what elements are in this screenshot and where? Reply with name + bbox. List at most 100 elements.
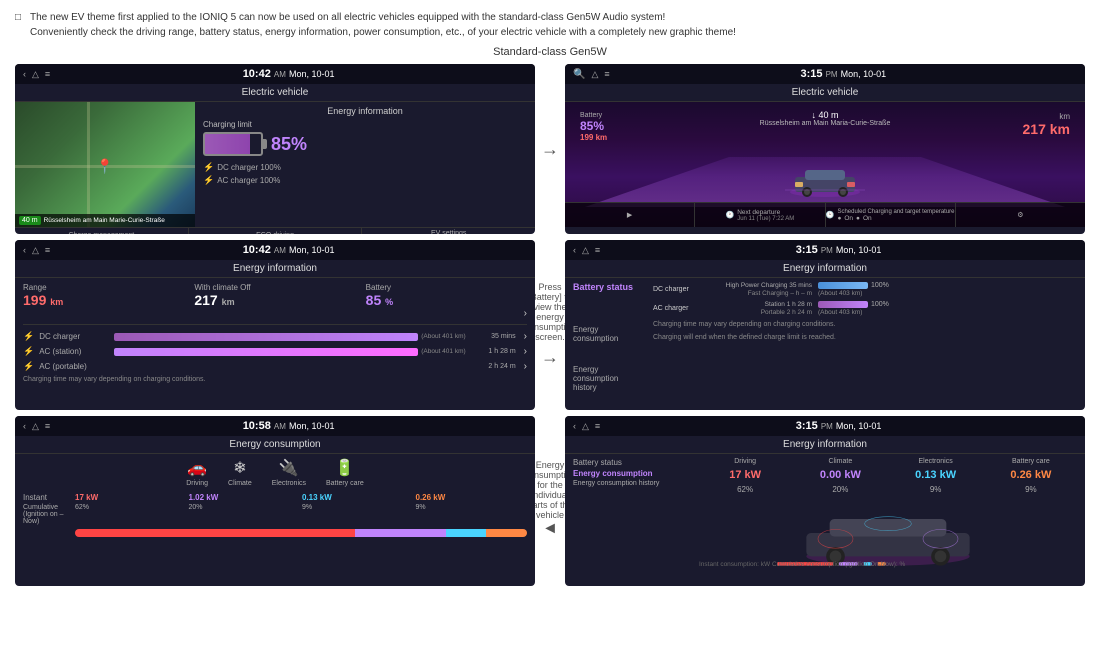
cum-bar-electronics (446, 529, 487, 537)
screen-3[interactable]: ‹ △ ≡ 10:42 AM Mon, 10-01 Energy informa… (15, 240, 535, 410)
s2-search-icon[interactable]: 🔍 (573, 69, 585, 80)
screen-5[interactable]: ‹ △ ≡ 10:58 AM Mon, 10-01 Energy consump… (15, 416, 535, 586)
screen4-header: ‹ △ ≡ 3:15 PM Mon, 10-01 (565, 240, 1085, 260)
dc-lightning-icon: ⚡ (23, 331, 34, 342)
play-icon[interactable]: ▶ (627, 211, 632, 219)
screen6-header: ‹ △ ≡ 3:15 PM Mon, 10-01 (565, 416, 1085, 436)
s4-back-icon[interactable]: ‹ (573, 245, 576, 255)
screen1-time: 10:42 AM Mon, 10-01 (243, 68, 335, 80)
cum-climate-pct: 20% (189, 504, 301, 525)
s3-home-icon[interactable]: △ (32, 245, 39, 256)
car-svg (785, 162, 865, 197)
home-icon[interactable]: △ (32, 69, 39, 80)
screen-1[interactable]: ‹ △ ≡ 10:42 AM Mon, 10-01 Electric vehic… (15, 64, 535, 234)
car-diagram: Instant consumption: kW Cumulative consu… (699, 498, 1077, 568)
s3-back-icon[interactable]: ‹ (23, 245, 26, 255)
s5-menu-icon[interactable]: ≡ (45, 421, 50, 431)
car-3d-container (785, 162, 865, 197)
s6-e-pct: 9% (890, 485, 982, 494)
menu-icon[interactable]: ≡ (45, 69, 50, 79)
s6-d-pct: 62% (699, 485, 791, 494)
s6-home-icon[interactable]: △ (582, 421, 589, 432)
next-dep-text: Next departure Jun 11 (Tue) 7:22 AM (737, 209, 794, 222)
screen4-nav-left: ‹ △ ≡ (573, 245, 600, 256)
climate-item: With climate Off 217 km (194, 283, 355, 319)
ac-station-bar-container (114, 348, 418, 356)
s6-pct-values: 62% 20% 9% 9% (699, 485, 1077, 494)
screen-6[interactable]: ‹ △ ≡ 3:15 PM Mon, 10-01 Energy informat… (565, 416, 1085, 586)
screen2-nav-left: 🔍 △ ≡ (573, 69, 610, 80)
ac-port-row: Portable 2 h 24 m (About 403 km) (712, 309, 1077, 316)
back-icon[interactable]: ‹ (23, 69, 26, 79)
s2-next-dep-item[interactable]: 🕐 Next departure Jun 11 (Tue) 7:22 AM (695, 203, 825, 227)
screen-2[interactable]: 🔍 △ ≡ 3:15 PM Mon, 10-01 Electric vehicl… (565, 64, 1085, 234)
s6-menu-icon[interactable]: ≡ (595, 421, 600, 431)
dc-charger-line: ⚡ DC charger 100% (203, 162, 527, 173)
ac-station-row: ⚡ AC (station) (About 401 km) 1 h 28 m › (23, 346, 527, 357)
s4-spacer1 (573, 300, 648, 321)
screen6-left-labels: Battery status Energy consumption Energy… (573, 458, 693, 575)
s4-menu-icon[interactable]: ≡ (595, 245, 600, 255)
dc-chevron-icon[interactable]: › (524, 331, 527, 342)
s2-gear-icon[interactable]: ⚙ (1017, 211, 1023, 219)
instant-electronics: 0.13 kW (302, 493, 414, 502)
ac-bar-group: Station 1 h 28 m 100% Portable 2 h 24 m (712, 301, 1077, 316)
s2-gear-item[interactable]: ⚙ (956, 203, 1085, 227)
ac-portable-row: ⚡ AC (portable) 2 h 24 m › (23, 361, 527, 372)
s6-col-headers: Driving Climate Electronics Battery care (699, 458, 1077, 465)
clock-icon: 🕐 (726, 211, 735, 219)
screen5-header: ‹ △ ≡ 10:58 AM Mon, 10-01 (15, 416, 535, 436)
on-dots: ●On ●On (837, 215, 871, 222)
s6-battery-care-header: Battery care (985, 458, 1077, 465)
screen3-header: ‹ △ ≡ 10:42 AM Mon, 10-01 (15, 240, 535, 260)
s6-driving-header: Driving (699, 458, 791, 465)
ac-station-bar (114, 348, 418, 356)
battery-care-label: Battery care (326, 480, 364, 487)
driving-label: Driving (186, 480, 208, 487)
instant-battery: 0.26 kW (416, 493, 528, 502)
screen6-time: 3:15 PM Mon, 10-01 (796, 420, 882, 432)
info-row-top: Range 199 km With climate Off 217 km (23, 283, 527, 325)
s2-menu-icon[interactable]: ≡ (604, 69, 609, 79)
dc-bar-group: High Power Charging 35 mins 100% Fast Ch… (712, 282, 1077, 297)
ac-station-chevron-icon[interactable]: › (524, 346, 527, 357)
charge-mgmt-section[interactable]: Charge management ● On (15, 228, 189, 234)
range-item: Range 199 km (23, 283, 184, 319)
driving-icon: 🚗 (187, 458, 207, 478)
s6-e-kw: 0.13 kW (890, 469, 982, 481)
screen1-body: 📍 40 m Rüsselsheim am Main Marie-Curie-S… (15, 102, 535, 227)
s6-back-icon[interactable]: ‹ (573, 421, 576, 431)
electronics-icon: 🔌 (279, 458, 299, 478)
s2-home-icon[interactable]: △ (591, 69, 598, 80)
map-pin: 📍 (96, 158, 113, 175)
screen3-body: Range 199 km With climate Off 217 km (15, 278, 535, 403)
instant-label: Instant (23, 493, 73, 502)
screen2-title: Electric vehicle (565, 84, 1085, 102)
s5-back-icon[interactable]: ‹ (23, 421, 26, 431)
dc-charger-name: DC charger (653, 286, 708, 293)
cumulative-label: Cumulative (Ignition on – Now) (23, 504, 73, 525)
screen-4[interactable]: ‹ △ ≡ 3:15 PM Mon, 10-01 Energy informat… (565, 240, 1085, 410)
s6-b-pct: 9% (985, 485, 1077, 494)
s3-menu-icon[interactable]: ≡ (45, 245, 50, 255)
charging-info: ⚡ DC charger 100% ⚡ AC charger 100% (203, 162, 527, 186)
ev-settings-section[interactable]: EV settings ⚙ (362, 228, 535, 234)
screen4-body: Battery status Energy consumption Energy… (565, 278, 1085, 403)
driving-icon-item: 🚗 Driving (186, 458, 208, 487)
ac-portable-chevron-icon[interactable]: › (524, 361, 527, 372)
eco-driving-section[interactable]: ECO driving CO₂ ↑1.1 kg (189, 228, 363, 234)
range-km-right: 217 km (1023, 121, 1070, 137)
page-container: The new EV theme first applied to the IO… (0, 0, 1100, 660)
ac-section: AC charger Station 1 h 28 m 100% (653, 301, 1077, 316)
s4-home-icon[interactable]: △ (582, 245, 589, 256)
battery-label-small: Battery (580, 112, 607, 119)
battery-percentage: 85% (271, 134, 307, 155)
s5-home-icon[interactable]: △ (32, 421, 39, 432)
screen3-time: 10:42 AM Mon, 10-01 (243, 244, 335, 256)
intro-text: The new EV theme first applied to the IO… (15, 10, 1085, 40)
arrow-col-3: Energy consumption for the individual pa… (535, 416, 565, 586)
climate-icon: ❄ (233, 458, 246, 478)
chevron-right-icon[interactable]: › (524, 308, 527, 319)
s4-note2: Charging will end when the defined charg… (653, 333, 1077, 343)
s2-sched-charging-item[interactable]: 🕑 Scheduled Charging and target temperat… (826, 203, 956, 227)
